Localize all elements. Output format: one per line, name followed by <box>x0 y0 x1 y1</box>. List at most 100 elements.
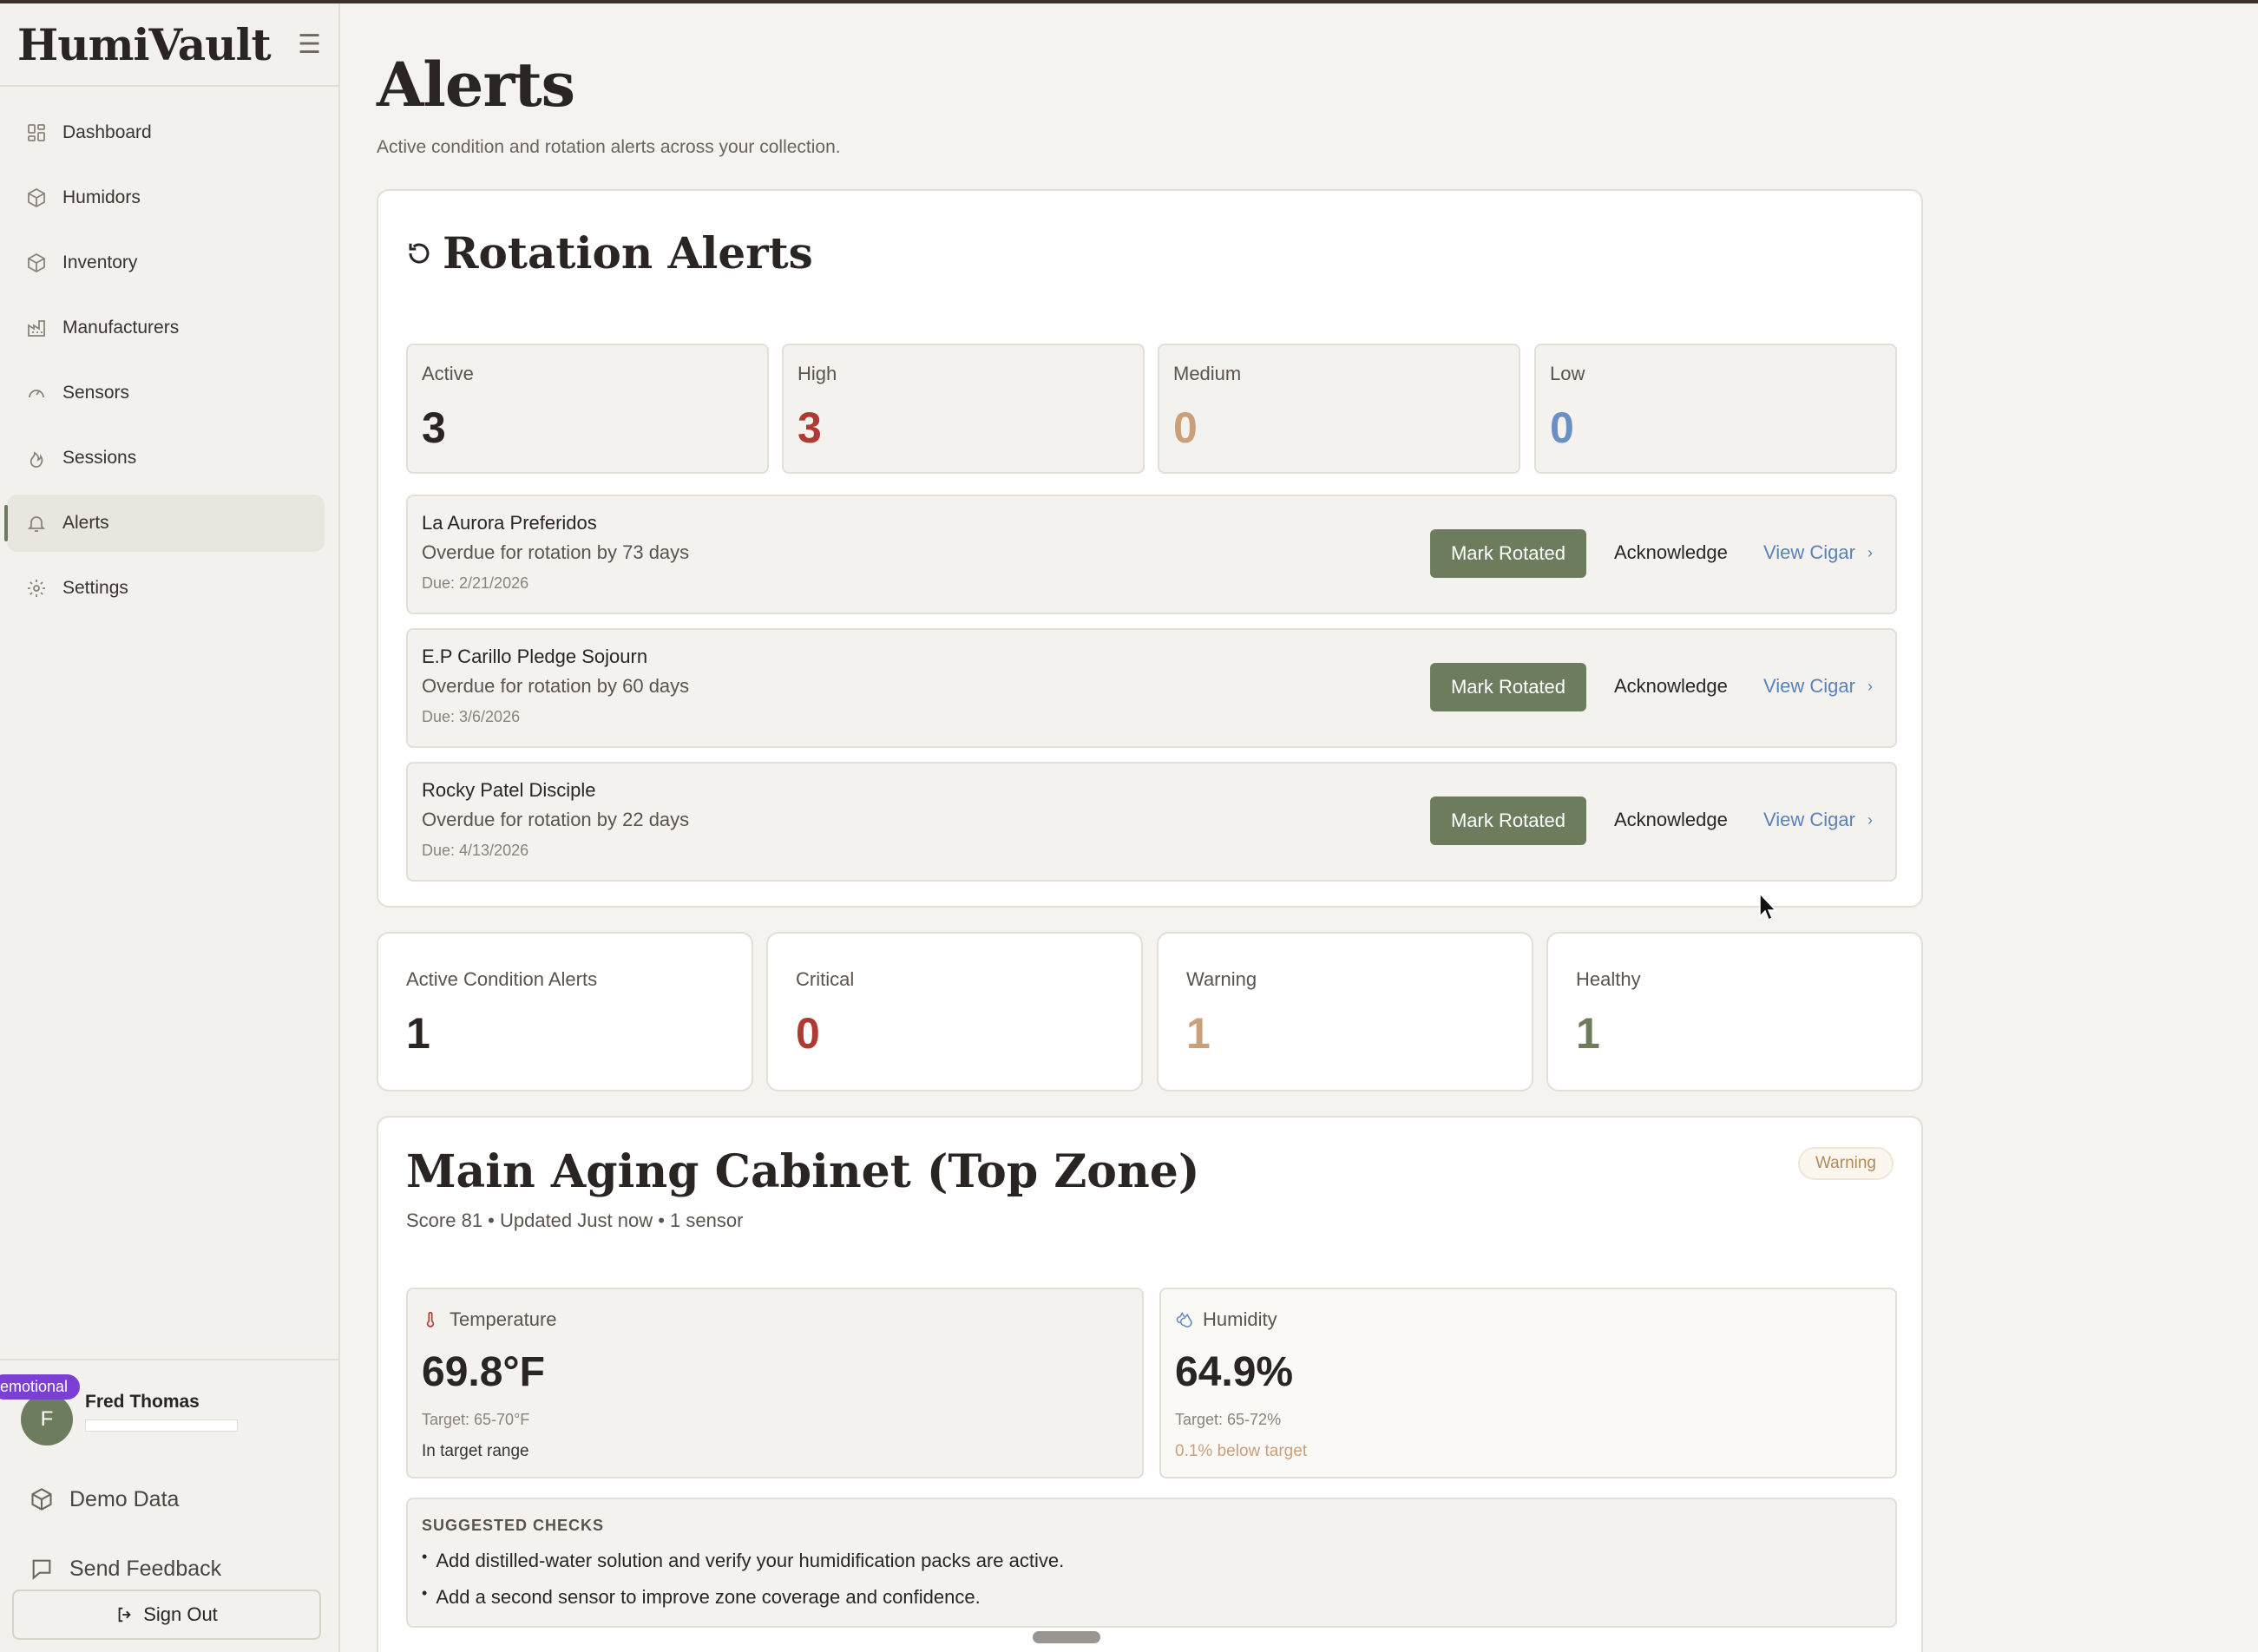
condition-stat-active: Active Condition Alerts 1 <box>377 932 753 1092</box>
box-icon <box>28 187 45 208</box>
chevron-right-icon: › <box>1867 543 1873 561</box>
suggested-checks: SUGGESTED CHECKS Add distilled-water sol… <box>406 1498 1897 1628</box>
sidebar-item-sensors[interactable]: Sensors <box>7 364 325 422</box>
thermometer-icon <box>426 1311 435 1328</box>
user-profile[interactable]: F emotional Fred Thomas <box>0 1360 338 1465</box>
gear-icon <box>28 580 45 597</box>
mark-rotated-button[interactable]: Mark Rotated <box>1430 529 1586 578</box>
send-feedback-label: Send Feedback <box>69 1556 222 1581</box>
sidebar-nav: Dashboard Humidors Inventory Manufacture… <box>0 87 338 617</box>
temperature-value: 69.8°F <box>422 1349 545 1395</box>
sign-out-label: Sign Out <box>143 1603 218 1625</box>
rotation-alert-row: Rocky Patel Disciple Overdue for rotatio… <box>406 762 1897 882</box>
stat-low: Low 0 <box>1534 344 1897 474</box>
acknowledge-button[interactable]: Acknowledge <box>1614 541 1728 564</box>
condition-stat-warning: Warning 1 <box>1157 932 1533 1092</box>
sidebar-item-label: Settings <box>62 578 128 598</box>
dashboard-icon <box>28 124 45 141</box>
view-cigar-link[interactable]: View Cigar › <box>1763 541 1873 564</box>
sidebar-item-inventory[interactable]: Inventory <box>7 234 325 292</box>
stat-label: Active Condition Alerts <box>406 968 598 990</box>
sidebar-item-alerts[interactable]: Alerts <box>4 495 325 552</box>
stat-high: High 3 <box>782 344 1145 474</box>
humidity-panel: Humidity 64.9% Target: 65-72% 0.1% below… <box>1159 1288 1897 1478</box>
bell-icon <box>27 516 46 532</box>
temperature-label: Temperature <box>450 1308 557 1330</box>
page-title: Alerts <box>377 49 575 121</box>
chevron-right-icon: › <box>1867 677 1873 695</box>
stat-label: Warning <box>1186 968 1257 990</box>
stat-label: Critical <box>796 968 855 990</box>
alert-due-date: Due: 3/6/2026 <box>422 708 521 725</box>
sidebar-item-humidors[interactable]: Humidors <box>7 169 325 226</box>
humidity-status: 0.1% below target <box>1175 1442 1308 1460</box>
sidebar-item-label: Manufacturers <box>62 318 180 338</box>
demo-data-link[interactable]: Demo Data <box>0 1465 338 1534</box>
stat-label: Healthy <box>1576 968 1641 990</box>
sidebar-item-label: Sensors <box>62 383 130 403</box>
zone-meta: Score 81 • Updated Just now • 1 sensor <box>406 1210 744 1231</box>
mark-rotated-button[interactable]: Mark Rotated <box>1430 663 1586 711</box>
sidebar-item-settings[interactable]: Settings <box>7 560 325 617</box>
scroll-handle[interactable] <box>1033 1631 1100 1643</box>
temperature-panel: Temperature 69.8°F Target: 65-70°F In ta… <box>406 1288 1144 1478</box>
factory-icon <box>28 320 45 337</box>
acknowledge-button[interactable]: Acknowledge <box>1614 809 1728 831</box>
stat-label: Active <box>422 363 474 384</box>
stat-value: 0 <box>1173 403 1198 452</box>
box-icon <box>28 252 45 273</box>
demo-data-label: Demo Data <box>69 1486 180 1511</box>
view-cigar-link[interactable]: View Cigar › <box>1763 675 1873 698</box>
suggested-checks-heading: SUGGESTED CHECKS <box>422 1517 605 1534</box>
alert-cigar-name: La Aurora Preferidos <box>422 512 597 534</box>
brand-logo[interactable]: HumiVault <box>17 19 272 70</box>
sidebar-item-label: Alerts <box>62 513 109 533</box>
sidebar-item-label: Inventory <box>62 252 138 272</box>
humidity-value: 64.9% <box>1175 1349 1294 1395</box>
rotation-alert-row: E.P Carillo Pledge Sojourn Overdue for r… <box>406 628 1897 748</box>
stat-label: Medium <box>1173 363 1242 384</box>
sign-out-button[interactable]: Sign Out <box>12 1590 321 1640</box>
stat-value: 1 <box>406 1009 430 1058</box>
sidebar-item-manufacturers[interactable]: Manufacturers <box>7 299 325 357</box>
sidebar-item-sessions[interactable]: Sessions <box>7 429 325 487</box>
user-email-redacted <box>85 1419 238 1432</box>
main-content: Alerts Active condition and rotation ale… <box>342 3 2258 1652</box>
condition-stat-critical: Critical 0 <box>766 932 1143 1092</box>
alert-cigar-name: Rocky Patel Disciple <box>422 779 596 801</box>
logout-icon <box>118 1607 131 1622</box>
temperature-status: In target range <box>422 1442 529 1460</box>
condition-stat-healthy: Healthy 1 <box>1546 932 1923 1092</box>
zone-card: Main Aging Cabinet (Top Zone) Score 81 •… <box>377 1116 1923 1652</box>
user-name: Fred Thomas <box>85 1392 200 1412</box>
stat-value: 1 <box>1576 1009 1600 1058</box>
acknowledge-button[interactable]: Acknowledge <box>1614 675 1728 698</box>
chevron-right-icon: › <box>1867 810 1873 829</box>
rotation-alert-row: La Aurora Preferidos Overdue for rotatio… <box>406 495 1897 614</box>
box-icon <box>31 1488 52 1511</box>
mark-rotated-button[interactable]: Mark Rotated <box>1430 796 1586 845</box>
rotate-icon <box>409 243 430 264</box>
rotation-alerts-heading: Rotation Alerts <box>406 227 813 279</box>
sidebar-item-label: Humidors <box>62 187 141 207</box>
humidity-target: Target: 65-72% <box>1175 1411 1282 1428</box>
sidebar-item-label: Dashboard <box>62 122 152 142</box>
sidebar-item-dashboard[interactable]: Dashboard <box>7 104 325 161</box>
gauge-icon <box>29 390 44 398</box>
stat-label: Low <box>1550 363 1585 384</box>
rotation-alerts-card: Rotation Alerts Active 3 High 3 Medium 0… <box>377 189 1923 908</box>
stat-value: 0 <box>796 1009 820 1058</box>
alert-description: Overdue for rotation by 22 days <box>422 809 690 830</box>
stat-value: 3 <box>422 403 446 452</box>
message-icon <box>32 1559 51 1580</box>
menu-toggle-icon[interactable]: ☰ <box>298 30 321 60</box>
temperature-target: Target: 65-70°F <box>422 1411 530 1428</box>
zone-title[interactable]: Main Aging Cabinet (Top Zone) <box>406 1145 1199 1198</box>
view-cigar-link[interactable]: View Cigar › <box>1763 809 1873 831</box>
check-item: Add a second sensor to improve zone cove… <box>422 1586 980 1609</box>
check-item: Add distilled-water solution and verify … <box>422 1550 1064 1572</box>
alert-description: Overdue for rotation by 60 days <box>422 675 690 697</box>
sidebar-footer: F emotional Fred Thomas Demo Data Send F… <box>0 1359 338 1652</box>
stat-active: Active 3 <box>406 344 769 474</box>
stat-value: 3 <box>798 403 822 452</box>
